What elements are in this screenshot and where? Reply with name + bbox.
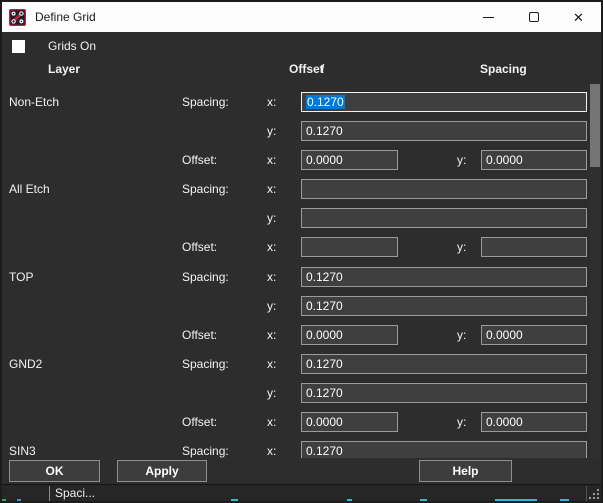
vertical-scrollbar[interactable] — [590, 84, 600, 458]
grids-on-checkbox[interactable] — [12, 40, 25, 53]
gnd2-spacing-x-input[interactable]: 0.1270 — [301, 354, 587, 374]
all-etch-offset-y-input[interactable] — [481, 237, 587, 257]
close-icon: ✕ — [573, 11, 584, 24]
grids-on-label: Grids On — [48, 39, 96, 53]
app-icon — [9, 9, 26, 26]
non-etch-offset-x-input[interactable]: 0.0000 — [301, 150, 398, 170]
non-etch-offset-y-input[interactable]: 0.0000 — [481, 150, 587, 170]
scrollbar-thumb[interactable] — [590, 84, 600, 167]
spacing-label: Spacing: — [182, 95, 229, 109]
column-header-layer: Layer — [48, 62, 80, 76]
y-label: y: — [457, 240, 466, 254]
y-label: y: — [457, 328, 466, 342]
underlying-window-fragment — [347, 499, 352, 501]
resize-grip-icon[interactable] — [588, 488, 600, 500]
offset-label: Offset: — [182, 240, 217, 254]
x-label: x: — [267, 415, 276, 429]
underlying-window-fragment — [17, 499, 21, 501]
define-grid-dialog: Define Grid ✕ Grids On Layer Offset / Sp… — [0, 0, 603, 503]
x-label: x: — [267, 240, 276, 254]
underlying-window-fragment — [495, 499, 537, 501]
x-label: x: — [267, 444, 276, 458]
apply-button[interactable]: Apply — [117, 460, 207, 482]
layer-name: Non-Etch — [9, 95, 59, 109]
layer-group-sin3: SIN3 Spacing: x: 0.1270 — [2, 441, 588, 458]
maximize-icon — [529, 12, 539, 22]
x-label: x: — [267, 270, 276, 284]
underlying-window-fragment — [420, 499, 427, 501]
top-spacing-y-input[interactable]: 0.1270 — [301, 296, 587, 316]
all-etch-offset-x-input[interactable] — [301, 237, 398, 257]
y-label: y: — [267, 124, 276, 138]
minimize-button[interactable] — [466, 2, 511, 32]
sin3-spacing-x-input[interactable]: 0.1270 — [301, 441, 587, 458]
x-label: x: — [267, 182, 276, 196]
help-button[interactable]: Help — [419, 460, 512, 482]
status-message: Spaci... — [55, 486, 95, 500]
spacing-label: Spacing: — [182, 357, 229, 371]
layer-group-gnd2: GND2 Spacing: x: 0.1270 y: 0.1270 Offset… — [2, 354, 588, 434]
x-label: x: — [267, 153, 276, 167]
all-etch-spacing-x-input[interactable] — [301, 179, 587, 199]
gnd2-spacing-y-input[interactable]: 0.1270 — [301, 383, 587, 403]
underlying-window-fragment — [2, 499, 6, 501]
spacing-label: Spacing: — [182, 270, 229, 284]
selected-text: 0.1270 — [306, 95, 345, 109]
top-spacing-x-input[interactable]: 0.1270 — [301, 267, 587, 287]
layer-name: GND2 — [9, 357, 42, 371]
all-etch-spacing-y-input[interactable] — [301, 208, 587, 228]
y-label: y: — [267, 299, 276, 313]
statusbar-separator — [586, 486, 587, 501]
titlebar: Define Grid ✕ — [2, 2, 601, 32]
offset-label: Offset: — [182, 153, 217, 167]
gnd2-offset-x-input[interactable]: 0.0000 — [301, 412, 398, 432]
layer-name: TOP — [9, 270, 33, 284]
top-offset-x-input[interactable]: 0.0000 — [301, 325, 398, 345]
layer-name: All Etch — [9, 182, 50, 196]
maximize-button[interactable] — [511, 2, 556, 32]
x-label: x: — [267, 95, 276, 109]
underlying-window-fragment — [231, 499, 238, 501]
layer-group-top: TOP Spacing: x: 0.1270 y: 0.1270 Offset:… — [2, 267, 588, 347]
y-label: y: — [457, 415, 466, 429]
offset-label: Offset: — [182, 415, 217, 429]
status-bar: Spaci... — [2, 484, 601, 501]
y-label: y: — [457, 153, 466, 167]
column-header-spacing: Spacing — [480, 62, 527, 76]
non-etch-spacing-x-input[interactable]: 0.1270 — [301, 92, 587, 112]
spacing-label: Spacing: — [182, 182, 229, 196]
layer-list: Non-Etch Spacing: x: 0.1270 y: 0.1270 Of… — [2, 82, 588, 458]
close-button[interactable]: ✕ — [556, 2, 601, 32]
non-etch-spacing-y-input[interactable]: 0.1270 — [301, 121, 587, 141]
layer-name: SIN3 — [9, 444, 36, 458]
x-label: x: — [267, 357, 276, 371]
statusbar-separator — [49, 486, 50, 501]
column-header-slash: / — [321, 62, 324, 76]
layer-group-non-etch: Non-Etch Spacing: x: 0.1270 y: 0.1270 Of… — [2, 92, 588, 172]
column-header-offset: Offset — [289, 62, 324, 76]
gnd2-offset-y-input[interactable]: 0.0000 — [481, 412, 587, 432]
window-controls: ✕ — [466, 2, 601, 32]
dialog-body: Grids On Layer Offset / Spacing Non-Etch… — [2, 32, 601, 501]
minimize-icon — [483, 17, 494, 18]
underlying-window-fragment — [560, 499, 569, 501]
y-label: y: — [267, 211, 276, 225]
x-label: x: — [267, 328, 276, 342]
layer-group-all-etch: All Etch Spacing: x: y: Offset: x: y: — [2, 179, 588, 259]
window-title: Define Grid — [35, 10, 96, 24]
y-label: y: — [267, 386, 276, 400]
spacing-label: Spacing: — [182, 444, 229, 458]
top-offset-y-input[interactable]: 0.0000 — [481, 325, 587, 345]
offset-label: Offset: — [182, 328, 217, 342]
ok-button[interactable]: OK — [9, 460, 100, 482]
